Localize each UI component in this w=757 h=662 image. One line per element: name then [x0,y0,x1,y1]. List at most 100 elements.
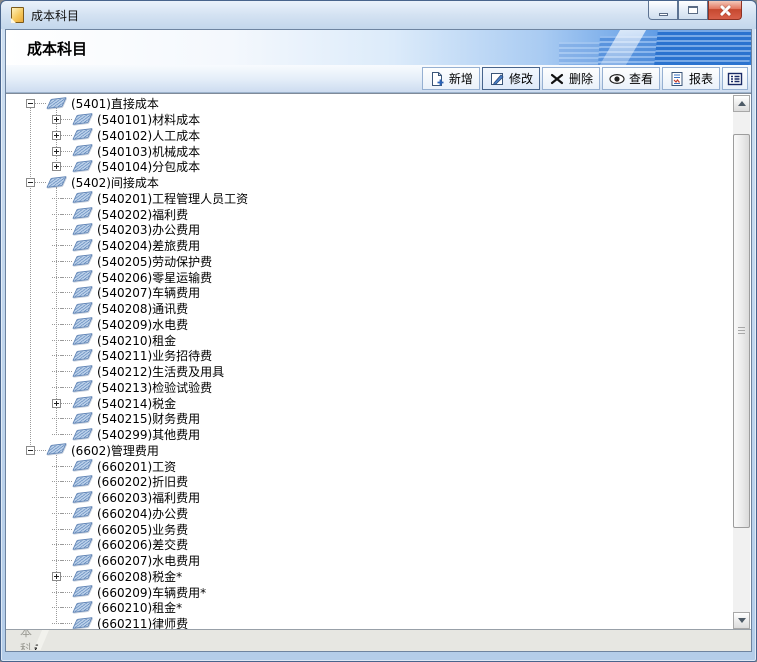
app-window: 成本科目 成本科目 新增 修改 删除 查看 报表 [0,0,757,662]
account-diamond-icon [72,585,92,597]
expand-icon[interactable] [52,399,61,408]
tree-connector [35,182,46,183]
tree-item[interactable]: (660209)车辆费用* [7,584,733,600]
tree-item[interactable]: (540215)财务费用 [7,411,733,427]
tree-item[interactable]: (540211)业务招待费 [7,348,733,364]
tree-item[interactable]: (660210)租金* [7,600,733,616]
tree-item[interactable]: (660211)律师费 [7,616,733,629]
tree-item-label: (660201)工资 [97,458,176,475]
tree-connector [52,493,61,502]
tree-item[interactable]: (660201)工资 [7,458,733,474]
tree-item-label: (660203)福利费用 [97,489,200,506]
tree-connector [52,430,61,439]
account-diamond-icon [72,349,92,361]
tree-item[interactable]: (540102)人工成本 [7,128,733,144]
tree-connector [52,225,61,234]
tree-connector [52,509,61,518]
close-button[interactable] [708,1,742,20]
tree-item[interactable]: (5402)间接成本 [7,175,733,191]
tree-item[interactable]: (540205)劳动保护费 [7,254,733,270]
bottom-tab-bar: 所有收支科目 成本科目 [6,629,751,651]
account-diamond-icon [46,176,66,188]
tree-item[interactable]: (540104)分包成本 [7,159,733,175]
tree-item[interactable]: (540202)福利费 [7,206,733,222]
toolbar-button-查看[interactable]: 查看 [602,67,660,90]
tree-item[interactable]: (540299)其他费用 [7,427,733,443]
collapse-icon[interactable] [26,99,35,108]
tree-item[interactable]: (660207)水电费用 [7,553,733,569]
expand-icon[interactable] [52,147,61,156]
account-diamond-icon [72,522,92,534]
tree-item-label: (660202)折旧费 [97,473,188,490]
tree-item[interactable]: (660208)税金* [7,569,733,585]
tree-item[interactable]: (540201)工程管理人员工资 [7,191,733,207]
account-diamond-icon [72,113,92,125]
tree-item-label: (540104)分包成本 [97,158,200,175]
tree-item[interactable]: (540101)材料成本 [7,112,733,128]
tree-item[interactable]: (5401)直接成本 [7,96,733,112]
tree-item[interactable]: (540204)差旅费用 [7,238,733,254]
toolbar-button-修改[interactable]: 修改 [482,67,540,90]
scroll-down-button[interactable] [733,612,750,629]
account-diamond-icon [72,380,92,392]
account-diamond-icon [72,491,92,503]
maximize-button[interactable] [678,1,708,20]
tree-item[interactable]: (540210)租金 [7,332,733,348]
account-diamond-icon [72,317,92,329]
account-diamond-icon [72,396,92,408]
tree-item[interactable]: (660202)折旧费 [7,474,733,490]
tree-connector [35,450,46,451]
account-diamond-icon [72,617,92,629]
tree-item[interactable]: (540209)水电费 [7,317,733,333]
tree-item[interactable]: (660205)业务费 [7,521,733,537]
tree-item[interactable]: (660206)差交费 [7,537,733,553]
tree-item[interactable]: (540103)机械成本 [7,143,733,159]
collapse-icon[interactable] [26,446,35,455]
tree-item[interactable]: (540214)税金 [7,395,733,411]
new-document-icon [429,71,445,87]
tree-item-label: (540207)车辆费用 [97,284,200,301]
title-bar[interactable]: 成本科目 [1,1,756,29]
vertical-scrollbar[interactable] [733,95,750,629]
delete-x-icon [549,71,565,87]
scrollbar-thumb[interactable] [733,134,750,528]
tree-connector [52,414,61,423]
tree-item-label: (660207)水电费用 [97,552,200,569]
scroll-up-button[interactable] [733,95,750,112]
tree-item[interactable]: (540208)通讯费 [7,301,733,317]
tree-item[interactable]: (540206)零星运输费 [7,269,733,285]
toolbar-button-新增[interactable]: 新增 [422,67,480,90]
account-diamond-icon [72,554,92,566]
expand-icon[interactable] [52,131,61,140]
tree-item[interactable]: (540213)检验试验费 [7,380,733,396]
tree-item[interactable]: (660203)福利费用 [7,490,733,506]
expand-icon[interactable] [52,162,61,171]
collapse-icon[interactable] [26,178,35,187]
tree-connector [52,257,61,266]
toolbar-button-删除[interactable]: 删除 [542,67,600,90]
tree-item[interactable]: (6602)管理费用 [7,443,733,459]
tree-connector [52,336,61,345]
account-diamond-icon [72,191,92,203]
arrow-up-icon [738,101,746,106]
accounts-tree: (5401)直接成本 (540101)材料成本 (540102)人工成本 (54… [7,96,733,629]
list-view-icon [727,71,743,87]
tree-connector [52,367,61,376]
account-diamond-icon [72,475,92,487]
expand-icon[interactable] [52,115,61,124]
expand-icon[interactable] [52,572,61,581]
tree-item[interactable]: (540203)办公费用 [7,222,733,238]
account-diamond-icon [72,506,92,518]
tree-connector [52,619,61,628]
minimize-button[interactable] [648,1,678,20]
tree-connector [52,241,61,250]
tree-item[interactable]: (660204)办公费 [7,506,733,522]
account-diamond-icon [72,538,92,550]
tree-item[interactable]: (540212)生活费及用具 [7,364,733,380]
toolbar-button-报表[interactable]: 报表 [662,67,720,90]
tree-item-label: (540215)财务费用 [97,410,200,427]
maximize-icon [688,6,698,14]
tree-item-label: (660211)律师费 [97,615,188,629]
tree-item[interactable]: (540207)车辆费用 [7,285,733,301]
list-view-button[interactable] [722,67,748,90]
